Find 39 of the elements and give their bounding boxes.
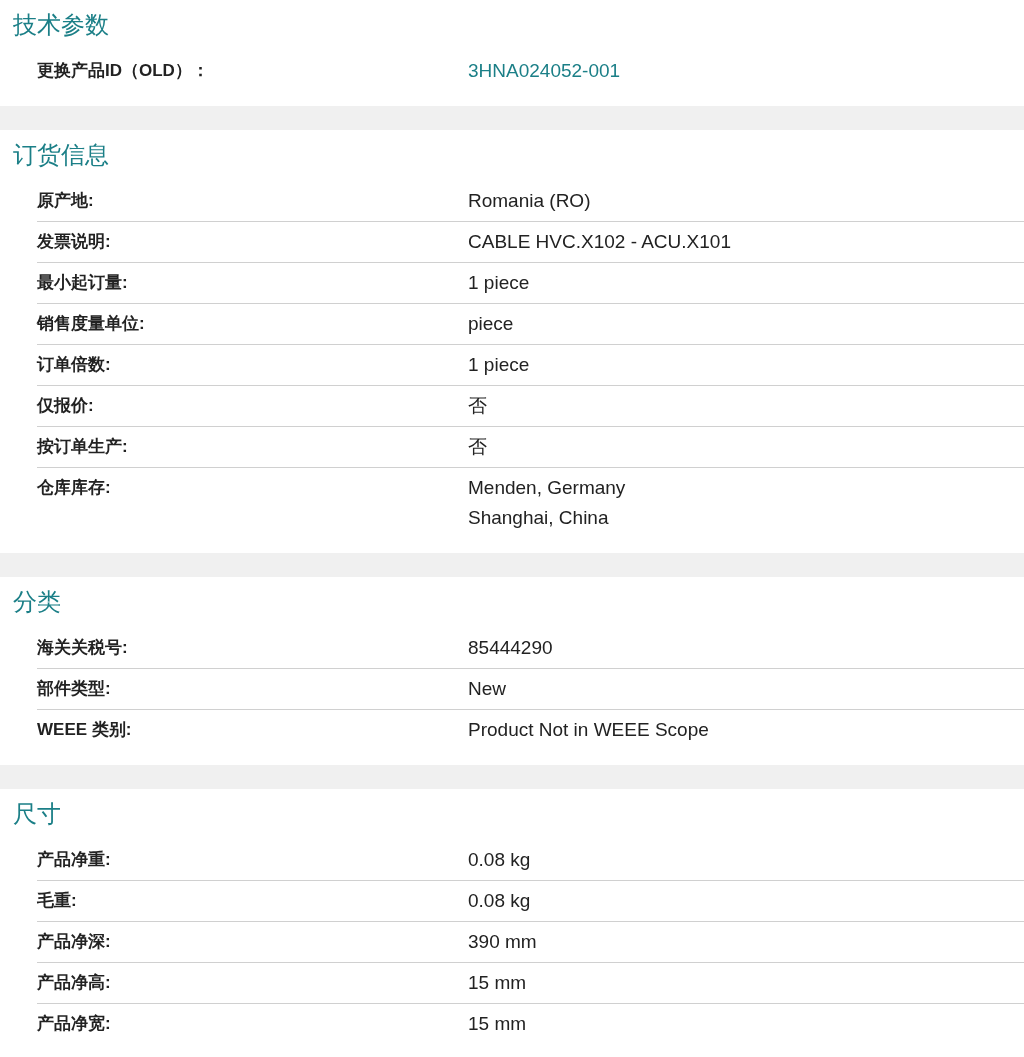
field-value: Romania (RO) bbox=[468, 189, 591, 213]
field-label: 更换产品ID（OLD）： bbox=[37, 60, 210, 82]
field-label: 发票说明: bbox=[37, 231, 112, 253]
section-title: 尺寸 bbox=[12, 799, 62, 829]
field-value: 1 piece bbox=[468, 353, 530, 377]
field-value: 15 mm bbox=[468, 971, 527, 995]
field-value: 1 piece bbox=[468, 271, 530, 295]
field-value: 否 bbox=[468, 394, 487, 418]
field-value: 390 mm bbox=[468, 930, 537, 954]
field-value: CABLE HVC.X102 - ACU.X101 bbox=[468, 230, 731, 254]
field-label: 毛重: bbox=[37, 890, 78, 912]
field-label: 销售度量单位: bbox=[37, 313, 146, 335]
field-label: 产品净深: bbox=[37, 931, 112, 953]
field-value: Shanghai, China bbox=[468, 506, 609, 530]
field-value: 否 bbox=[468, 435, 487, 459]
field-label: 产品净重: bbox=[37, 849, 112, 871]
field-label: 产品净高: bbox=[37, 972, 112, 994]
field-value: Menden, Germany bbox=[468, 476, 626, 500]
field-value: Product Not in WEEE Scope bbox=[468, 718, 709, 742]
field-label: 原产地: bbox=[37, 190, 95, 212]
field-value: New bbox=[468, 677, 506, 701]
field-label: 产品净宽: bbox=[37, 1013, 112, 1035]
field-value: piece bbox=[468, 312, 514, 336]
field-label: 海关关税号: bbox=[37, 637, 129, 659]
section-title: 订货信息 bbox=[12, 140, 110, 170]
field-label: 最小起订量: bbox=[37, 272, 129, 294]
section-title: 分类 bbox=[12, 587, 62, 617]
field-value: 0.08 kg bbox=[468, 889, 531, 913]
field-value: 15 mm bbox=[468, 1012, 527, 1036]
field-label: 仓库库存: bbox=[37, 477, 112, 499]
field-label: 按订单生产: bbox=[37, 436, 129, 458]
field-value: 85444290 bbox=[468, 636, 553, 660]
field-value: 0.08 kg bbox=[468, 848, 531, 872]
field-label: WEEE 类别: bbox=[37, 719, 133, 741]
field-label: 部件类型: bbox=[37, 678, 112, 700]
product-id-link[interactable]: 3HNA024052-001 bbox=[468, 56, 621, 86]
field-label: 仅报价: bbox=[37, 395, 95, 417]
section-title: 技术参数 bbox=[12, 10, 110, 40]
field-label: 订单倍数: bbox=[37, 354, 112, 376]
